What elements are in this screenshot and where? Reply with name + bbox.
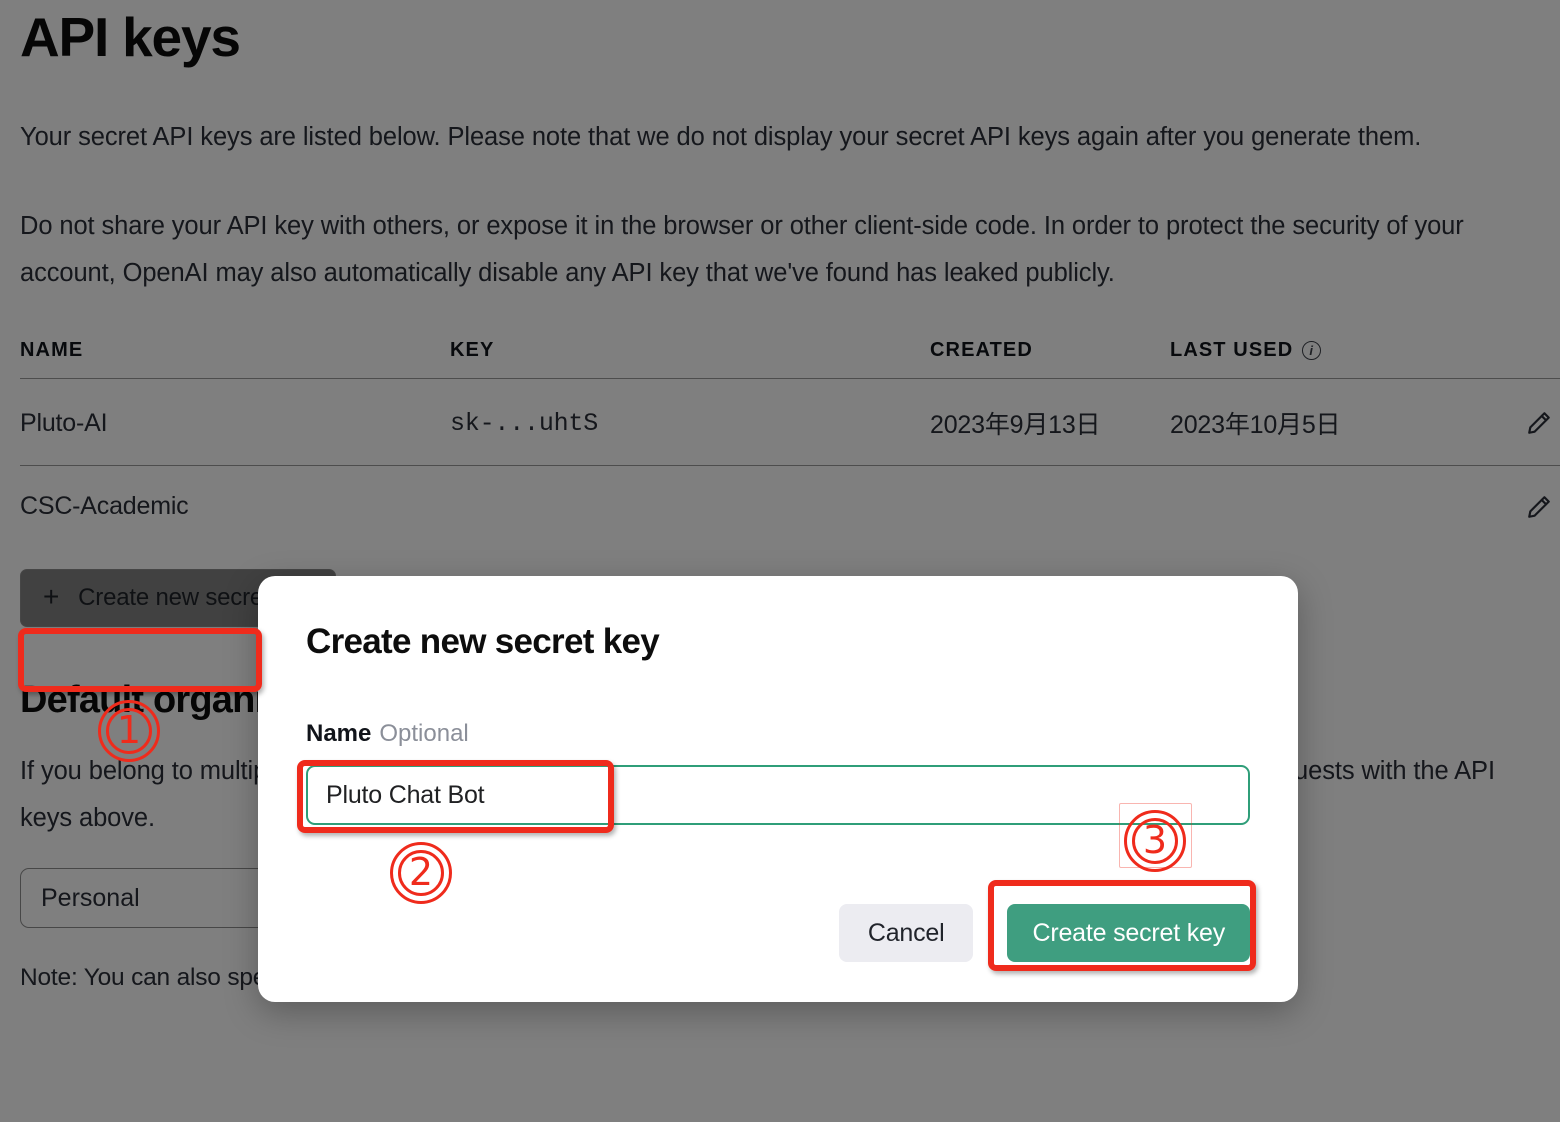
screen-root: API keys Your secret API keys are listed…	[0, 0, 1560, 1122]
dialog-title: Create new secret key	[306, 622, 660, 661]
name-input[interactable]	[306, 765, 1250, 825]
dialog-actions: Cancel Create secret key	[838, 904, 1250, 962]
name-field-label: Name Optional	[306, 720, 1250, 748]
create-secret-key-button[interactable]: Create secret key	[1007, 904, 1250, 962]
cancel-button[interactable]: Cancel	[838, 904, 974, 962]
name-label-text: Name	[306, 720, 372, 747]
create-secret-key-dialog: Create new secret key Name Optional Cance…	[258, 576, 1298, 1002]
name-label-optional: Optional	[379, 720, 469, 747]
